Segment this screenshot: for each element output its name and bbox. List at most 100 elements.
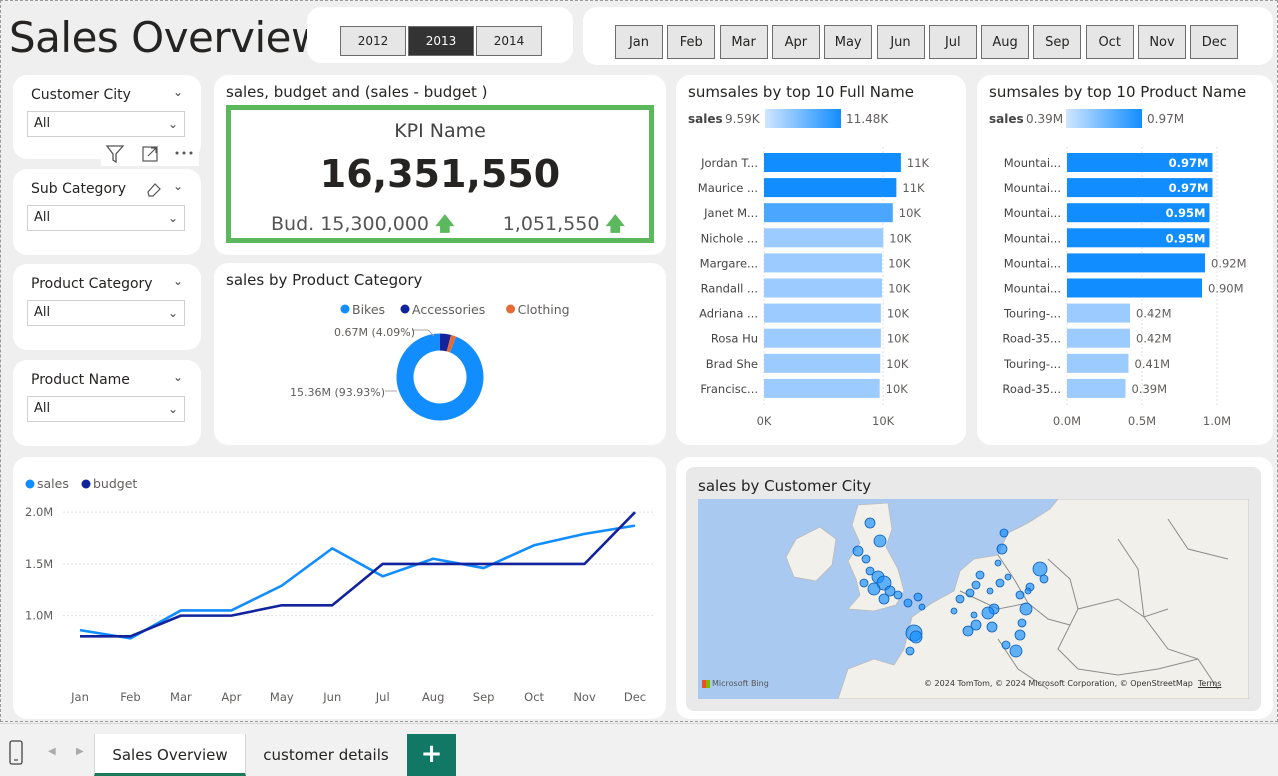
month-button-jun[interactable]: Jun — [876, 25, 925, 59]
more-options-icon[interactable] — [175, 151, 193, 155]
month-button-apr[interactable]: Apr — [771, 25, 820, 59]
city-bubble[interactable] — [873, 534, 887, 548]
dropdown-product-category[interactable]: All ⌄ — [27, 300, 185, 326]
month-button-oct[interactable]: Oct — [1085, 25, 1134, 59]
bar[interactable] — [764, 228, 884, 248]
focus-mode-icon[interactable] — [142, 146, 158, 162]
legend-item-clothing[interactable]: Clothing — [506, 302, 570, 317]
dropdown-product-name[interactable]: All ⌄ — [27, 396, 185, 422]
city-bubble[interactable] — [1032, 561, 1048, 577]
month-button-jul[interactable]: Jul — [928, 25, 977, 59]
city-bubble[interactable] — [1024, 587, 1032, 595]
legend-item-bikes[interactable]: Bikes — [340, 302, 386, 317]
city-bubble[interactable] — [918, 603, 926, 611]
month-button-jan[interactable]: Jan — [615, 25, 663, 59]
year-button-2014[interactable]: 2014 — [476, 26, 542, 56]
add-page-button[interactable]: + — [407, 734, 456, 776]
city-bubble[interactable] — [1039, 574, 1049, 584]
city-bubble[interactable] — [867, 582, 881, 596]
legend-item-sales[interactable]: sales — [25, 476, 69, 491]
terms-link[interactable]: Terms — [1198, 679, 1222, 688]
city-bubble[interactable] — [1014, 629, 1026, 641]
filter-icon[interactable] — [105, 145, 125, 164]
bar[interactable] — [1067, 278, 1202, 298]
city-bubble[interactable] — [905, 646, 915, 656]
month-button-sep[interactable]: Sep — [1033, 25, 1082, 59]
city-bubble[interactable] — [1001, 640, 1011, 650]
donut-slice-clothing[interactable] — [446, 334, 457, 353]
bar[interactable] — [764, 253, 883, 273]
city-bubble[interactable] — [893, 590, 903, 600]
mobile-layout-icon[interactable] — [8, 740, 24, 766]
city-bubble[interactable] — [981, 606, 995, 620]
dropdown-sub-category[interactable]: All ⌄ — [27, 205, 185, 231]
city-bubble[interactable] — [1019, 602, 1033, 616]
bar[interactable] — [764, 153, 901, 172]
tab-customer-details[interactable]: customer details — [250, 734, 402, 776]
chevron-down-icon[interactable]: ⌄ — [173, 274, 183, 288]
tab-scroll-right-icon[interactable]: ▶ — [76, 746, 84, 757]
month-button-aug[interactable]: Aug — [981, 25, 1030, 59]
top-products-visual[interactable]: sumsales by top 10 Product Name sales 0.3… — [977, 75, 1273, 445]
map-visual[interactable]: sales by Customer City Microsoft Bing © … — [676, 457, 1273, 719]
city-bubble[interactable] — [1017, 618, 1027, 628]
month-button-feb[interactable]: Feb — [667, 25, 716, 59]
month-button-mar[interactable]: Mar — [719, 25, 768, 59]
eraser-icon[interactable] — [145, 181, 163, 197]
bar[interactable] — [764, 328, 881, 348]
city-bubble[interactable] — [878, 593, 890, 605]
bar[interactable] — [764, 203, 893, 223]
chevron-down-icon[interactable]: ⌄ — [173, 370, 183, 384]
donut-slice-bikes[interactable] — [396, 333, 484, 421]
city-bubble[interactable] — [864, 517, 876, 529]
bar[interactable] — [764, 278, 883, 298]
city-bubble[interactable] — [994, 559, 1002, 567]
city-bubble[interactable] — [971, 580, 981, 590]
series-line-budget[interactable] — [80, 511, 636, 638]
dropdown-customer-city[interactable]: All ⌄ — [27, 111, 185, 137]
tab-sales-overview[interactable]: Sales Overview — [94, 734, 246, 776]
city-bubble[interactable] — [995, 578, 1005, 588]
city-bubble[interactable] — [986, 587, 994, 595]
month-button-may[interactable]: May — [824, 25, 873, 59]
bar[interactable] — [764, 303, 881, 323]
city-bubble[interactable] — [852, 545, 864, 557]
bar[interactable] — [764, 178, 897, 198]
tab-scroll-left-icon[interactable]: ◀ — [48, 746, 56, 757]
donut-visual[interactable]: sales by Product Category Bikes Accessori… — [214, 263, 666, 445]
legend-item-accessories[interactable]: Accessories — [400, 302, 486, 317]
city-bubble[interactable] — [999, 528, 1009, 538]
year-button-2013[interactable]: 2013 — [408, 26, 474, 56]
city-bubble[interactable] — [986, 621, 998, 633]
city-bubble[interactable] — [965, 588, 975, 598]
map-canvas[interactable] — [698, 499, 1249, 699]
bar[interactable] — [1067, 353, 1129, 373]
city-bubble[interactable] — [975, 570, 985, 580]
year-button-2012[interactable]: 2012 — [340, 26, 406, 56]
top-names-visual[interactable]: sumsales by top 10 Full Name sales 9.59K 1… — [676, 75, 966, 445]
attribution-text[interactable]: © 2024 TomTom, © 2024 Microsoft Corporat… — [924, 679, 1193, 688]
city-bubble[interactable] — [913, 592, 923, 602]
chevron-down-icon[interactable]: ⌄ — [173, 179, 183, 193]
legend-item-budget[interactable]: budget — [81, 476, 138, 491]
bar[interactable] — [1067, 328, 1130, 348]
line-visual[interactable]: sales budget 1.0M 1.5M 2.0M Jan Feb Mar Apr May Ju… — [13, 457, 666, 719]
bar[interactable] — [1067, 253, 1205, 273]
month-button-nov[interactable]: Nov — [1138, 25, 1186, 59]
bar[interactable] — [764, 353, 881, 373]
city-bubble[interactable] — [970, 611, 978, 619]
city-bubble[interactable] — [903, 598, 913, 608]
city-bubble[interactable] — [1004, 573, 1012, 581]
city-bubble[interactable] — [859, 578, 869, 588]
bar[interactable] — [1067, 303, 1130, 323]
city-bubble[interactable] — [950, 607, 958, 615]
kpi-visual[interactable]: sales, budget and (sales - budget ) KPI … — [214, 75, 666, 255]
city-bubble[interactable] — [1015, 590, 1025, 600]
city-bubble[interactable] — [861, 554, 871, 564]
city-bubble[interactable] — [1009, 644, 1023, 658]
chevron-up-icon[interactable]: ⌄ — [173, 85, 183, 99]
bar[interactable] — [1067, 378, 1126, 398]
month-button-dec[interactable]: Dec — [1190, 25, 1239, 59]
city-bubble[interactable] — [909, 630, 923, 644]
city-bubble[interactable] — [955, 594, 965, 604]
